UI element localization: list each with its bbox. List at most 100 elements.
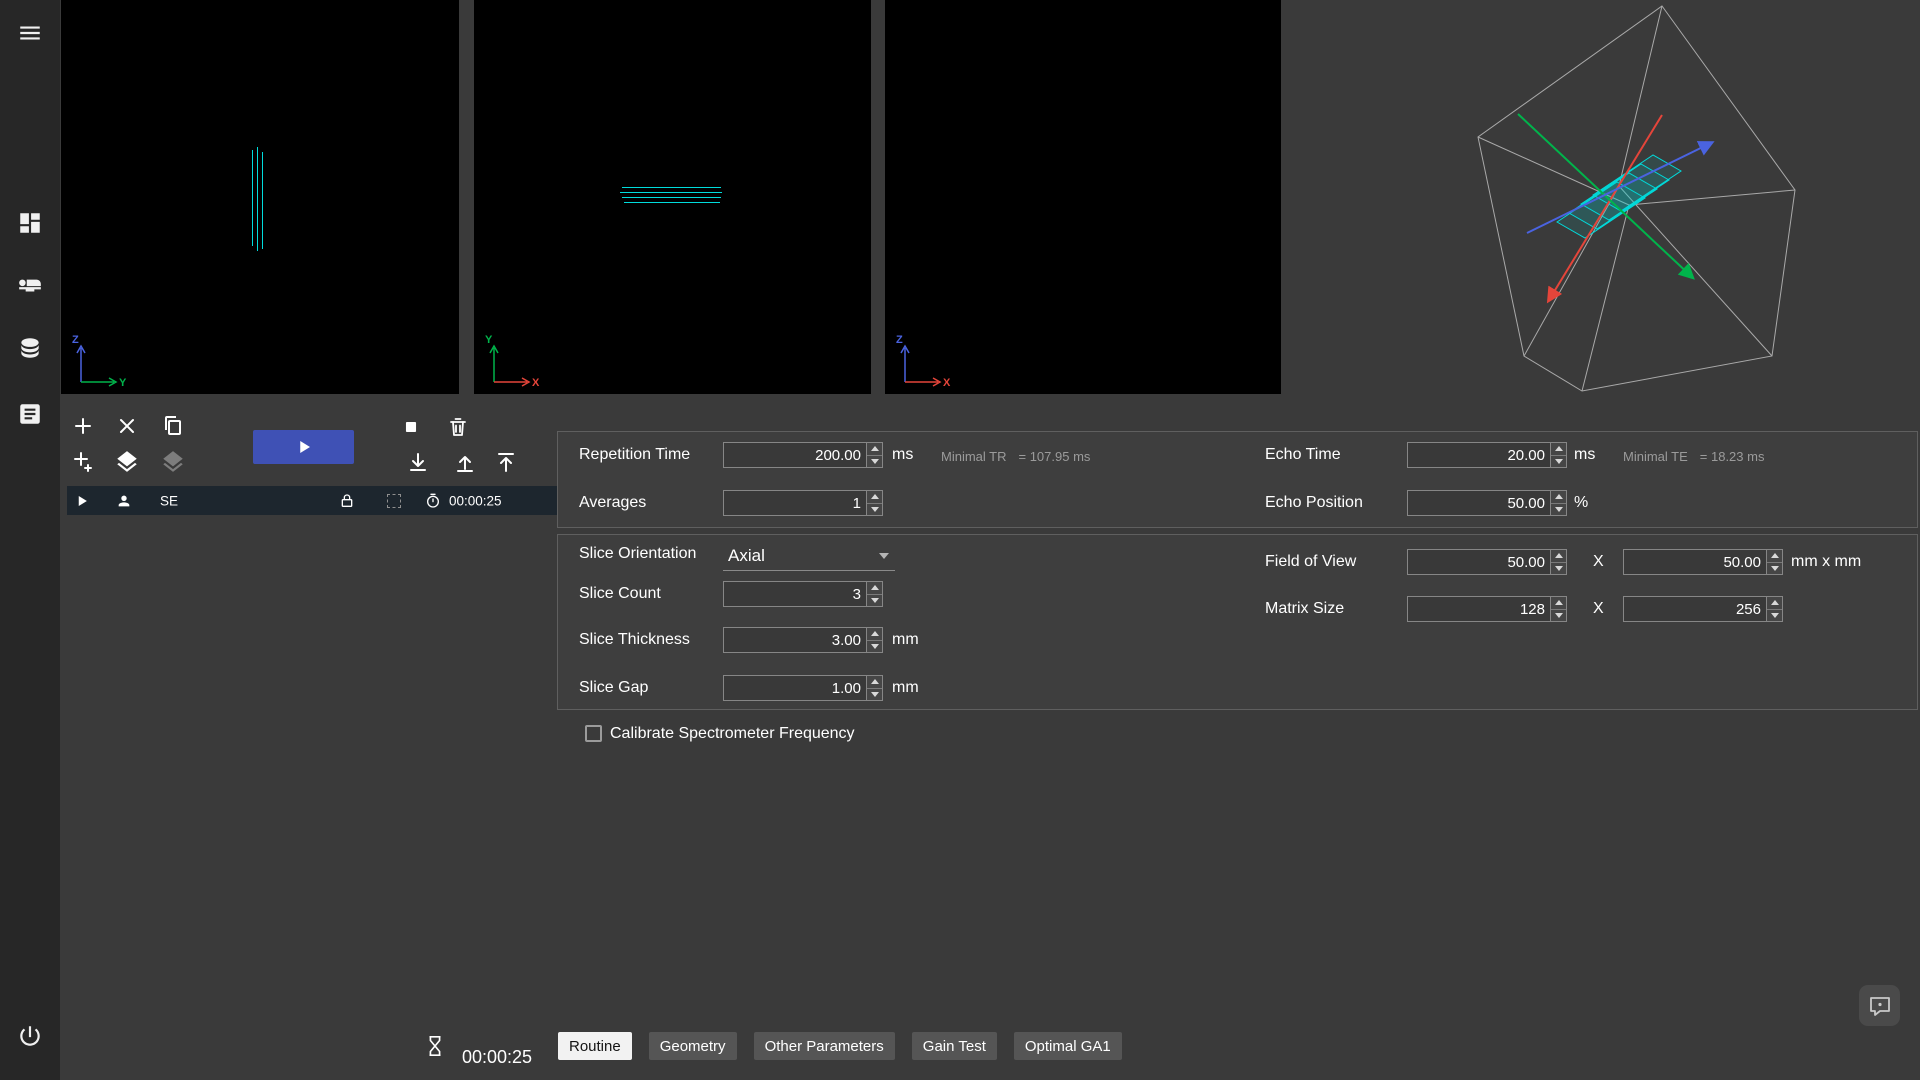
vertical-axis-arrow bbox=[490, 346, 498, 382]
spin-down-button[interactable] bbox=[1551, 609, 1566, 622]
field-of-view-x-input[interactable] bbox=[1407, 549, 1550, 575]
spin-up-button[interactable] bbox=[1551, 550, 1566, 562]
export-top-button[interactable] bbox=[491, 447, 521, 477]
layers-disabled-icon bbox=[160, 449, 186, 475]
spin-up-button[interactable] bbox=[1551, 491, 1566, 503]
spin-down-button[interactable] bbox=[1767, 609, 1782, 622]
echo-time-input[interactable] bbox=[1407, 442, 1550, 468]
spin-up-button[interactable] bbox=[1767, 597, 1782, 609]
field-of-view-y-input[interactable] bbox=[1623, 549, 1766, 575]
person-icon[interactable] bbox=[116, 493, 132, 509]
slice-thickness-unit: mm bbox=[892, 631, 919, 649]
spin-up-button[interactable] bbox=[867, 443, 882, 455]
delete-button[interactable] bbox=[443, 412, 473, 442]
spin-down-button[interactable] bbox=[867, 503, 882, 516]
axis-label-z: Z bbox=[72, 334, 79, 346]
spin-down-icon bbox=[1555, 459, 1563, 464]
viewport-yx[interactable]: Y X bbox=[474, 0, 871, 394]
calibrate-frequency-checkbox[interactable] bbox=[585, 725, 602, 742]
tab-other-parameters[interactable]: Other Parameters bbox=[754, 1032, 895, 1060]
spin-down-icon bbox=[871, 459, 879, 464]
spin-up-button[interactable] bbox=[867, 676, 882, 688]
spin-down-button[interactable] bbox=[867, 455, 882, 468]
menu-icon bbox=[17, 20, 43, 46]
lock-icon[interactable] bbox=[339, 493, 355, 509]
spin-down-button[interactable] bbox=[867, 688, 882, 701]
scanner-bed-icon bbox=[17, 272, 43, 298]
slice-orientation-select[interactable]: Axial bbox=[723, 541, 895, 571]
averages-label: Averages bbox=[579, 494, 646, 512]
spin-up-button[interactable] bbox=[1551, 597, 1566, 609]
slice-gap-field bbox=[723, 675, 883, 701]
matrix-size-x-input[interactable] bbox=[1407, 596, 1550, 622]
averages-input[interactable] bbox=[723, 490, 866, 516]
tab-geometry[interactable]: Geometry bbox=[649, 1032, 737, 1060]
add-button[interactable] bbox=[68, 411, 98, 441]
slice-thickness-input[interactable] bbox=[723, 627, 866, 653]
repetition-time-input[interactable] bbox=[723, 442, 866, 468]
layers-icon bbox=[114, 449, 140, 475]
spin-down-icon bbox=[871, 692, 879, 697]
sidebar-item-dashboard[interactable] bbox=[12, 205, 48, 241]
minimal-tr-hint-value: = 107.95 ms bbox=[1019, 449, 1091, 464]
geometry-params-panel: Slice Orientation Axial Slice Count Slic… bbox=[557, 534, 1918, 710]
run-button[interactable] bbox=[253, 430, 354, 464]
spin-up-icon bbox=[871, 585, 879, 590]
upload-button[interactable] bbox=[450, 447, 480, 477]
layers-alt-button[interactable] bbox=[158, 447, 188, 477]
power-button[interactable] bbox=[12, 1018, 48, 1054]
spin-down-button[interactable] bbox=[1767, 562, 1782, 575]
duplicate-button[interactable] bbox=[158, 411, 188, 441]
sidebar-item-protocols[interactable] bbox=[12, 396, 48, 432]
averages-field bbox=[723, 490, 883, 516]
add-child-button[interactable] bbox=[68, 447, 98, 477]
sequence-row[interactable]: SE 00:00:25 bbox=[67, 486, 557, 515]
menu-button[interactable] bbox=[12, 15, 48, 51]
sequence-name: SE bbox=[160, 493, 178, 508]
viewport-zx[interactable]: Z X bbox=[885, 0, 1281, 394]
minimal-tr-hint: Minimal TR= 107.95 ms bbox=[941, 449, 1090, 464]
slice-count-input[interactable] bbox=[723, 581, 866, 607]
sequence-duration: 00:00:25 bbox=[449, 493, 502, 508]
remove-button[interactable] bbox=[112, 411, 142, 441]
horizontal-axis-arrow bbox=[905, 378, 940, 386]
spin-up-button[interactable] bbox=[1767, 550, 1782, 562]
slice-gap-input[interactable] bbox=[723, 675, 866, 701]
sequence-play-icon[interactable] bbox=[75, 493, 90, 508]
stop-button[interactable] bbox=[396, 412, 426, 442]
spin-up-button[interactable] bbox=[867, 628, 882, 640]
matrix-size-y-input[interactable] bbox=[1623, 596, 1766, 622]
publish-icon bbox=[494, 450, 518, 474]
spin-down-icon bbox=[1555, 507, 1563, 512]
3d-geometry-view[interactable] bbox=[1281, 0, 1920, 420]
echo-time-label: Echo Time bbox=[1265, 446, 1341, 464]
spin-up-button[interactable] bbox=[1551, 443, 1566, 455]
spin-up-icon bbox=[1771, 553, 1779, 558]
spin-down-button[interactable] bbox=[867, 594, 882, 607]
tab-routine[interactable]: Routine bbox=[558, 1032, 632, 1060]
sidebar-item-scanner[interactable] bbox=[12, 267, 48, 303]
selection-box-icon[interactable] bbox=[387, 494, 401, 508]
viewport-zy[interactable]: Z Y bbox=[61, 0, 459, 394]
spin-up-button[interactable] bbox=[867, 582, 882, 594]
spin-down-button[interactable] bbox=[1551, 455, 1566, 468]
tab-optimal-ga1[interactable]: Optimal GA1 bbox=[1014, 1032, 1122, 1060]
repetition-time-label: Repetition Time bbox=[579, 446, 690, 464]
spin-up-icon bbox=[1555, 494, 1563, 499]
spin-down-icon bbox=[871, 598, 879, 603]
layers-button[interactable] bbox=[112, 447, 142, 477]
spin-down-button[interactable] bbox=[1551, 562, 1566, 575]
sidebar-item-database[interactable] bbox=[12, 330, 48, 366]
echo-time-spinner bbox=[1550, 442, 1567, 468]
tab-gain-test[interactable]: Gain Test bbox=[912, 1032, 997, 1060]
dashboard-icon bbox=[17, 210, 43, 236]
spin-down-icon bbox=[1771, 566, 1779, 571]
elapsed-time: 00:00:25 bbox=[462, 1047, 532, 1068]
echo-position-input[interactable] bbox=[1407, 490, 1550, 516]
download-button[interactable] bbox=[403, 447, 433, 477]
chat-button[interactable] bbox=[1859, 985, 1900, 1026]
spin-up-button[interactable] bbox=[867, 491, 882, 503]
spin-down-button[interactable] bbox=[1551, 503, 1566, 516]
spin-down-button[interactable] bbox=[867, 640, 882, 653]
parameter-tabs: Routine Geometry Other Parameters Gain T… bbox=[558, 1032, 1122, 1060]
